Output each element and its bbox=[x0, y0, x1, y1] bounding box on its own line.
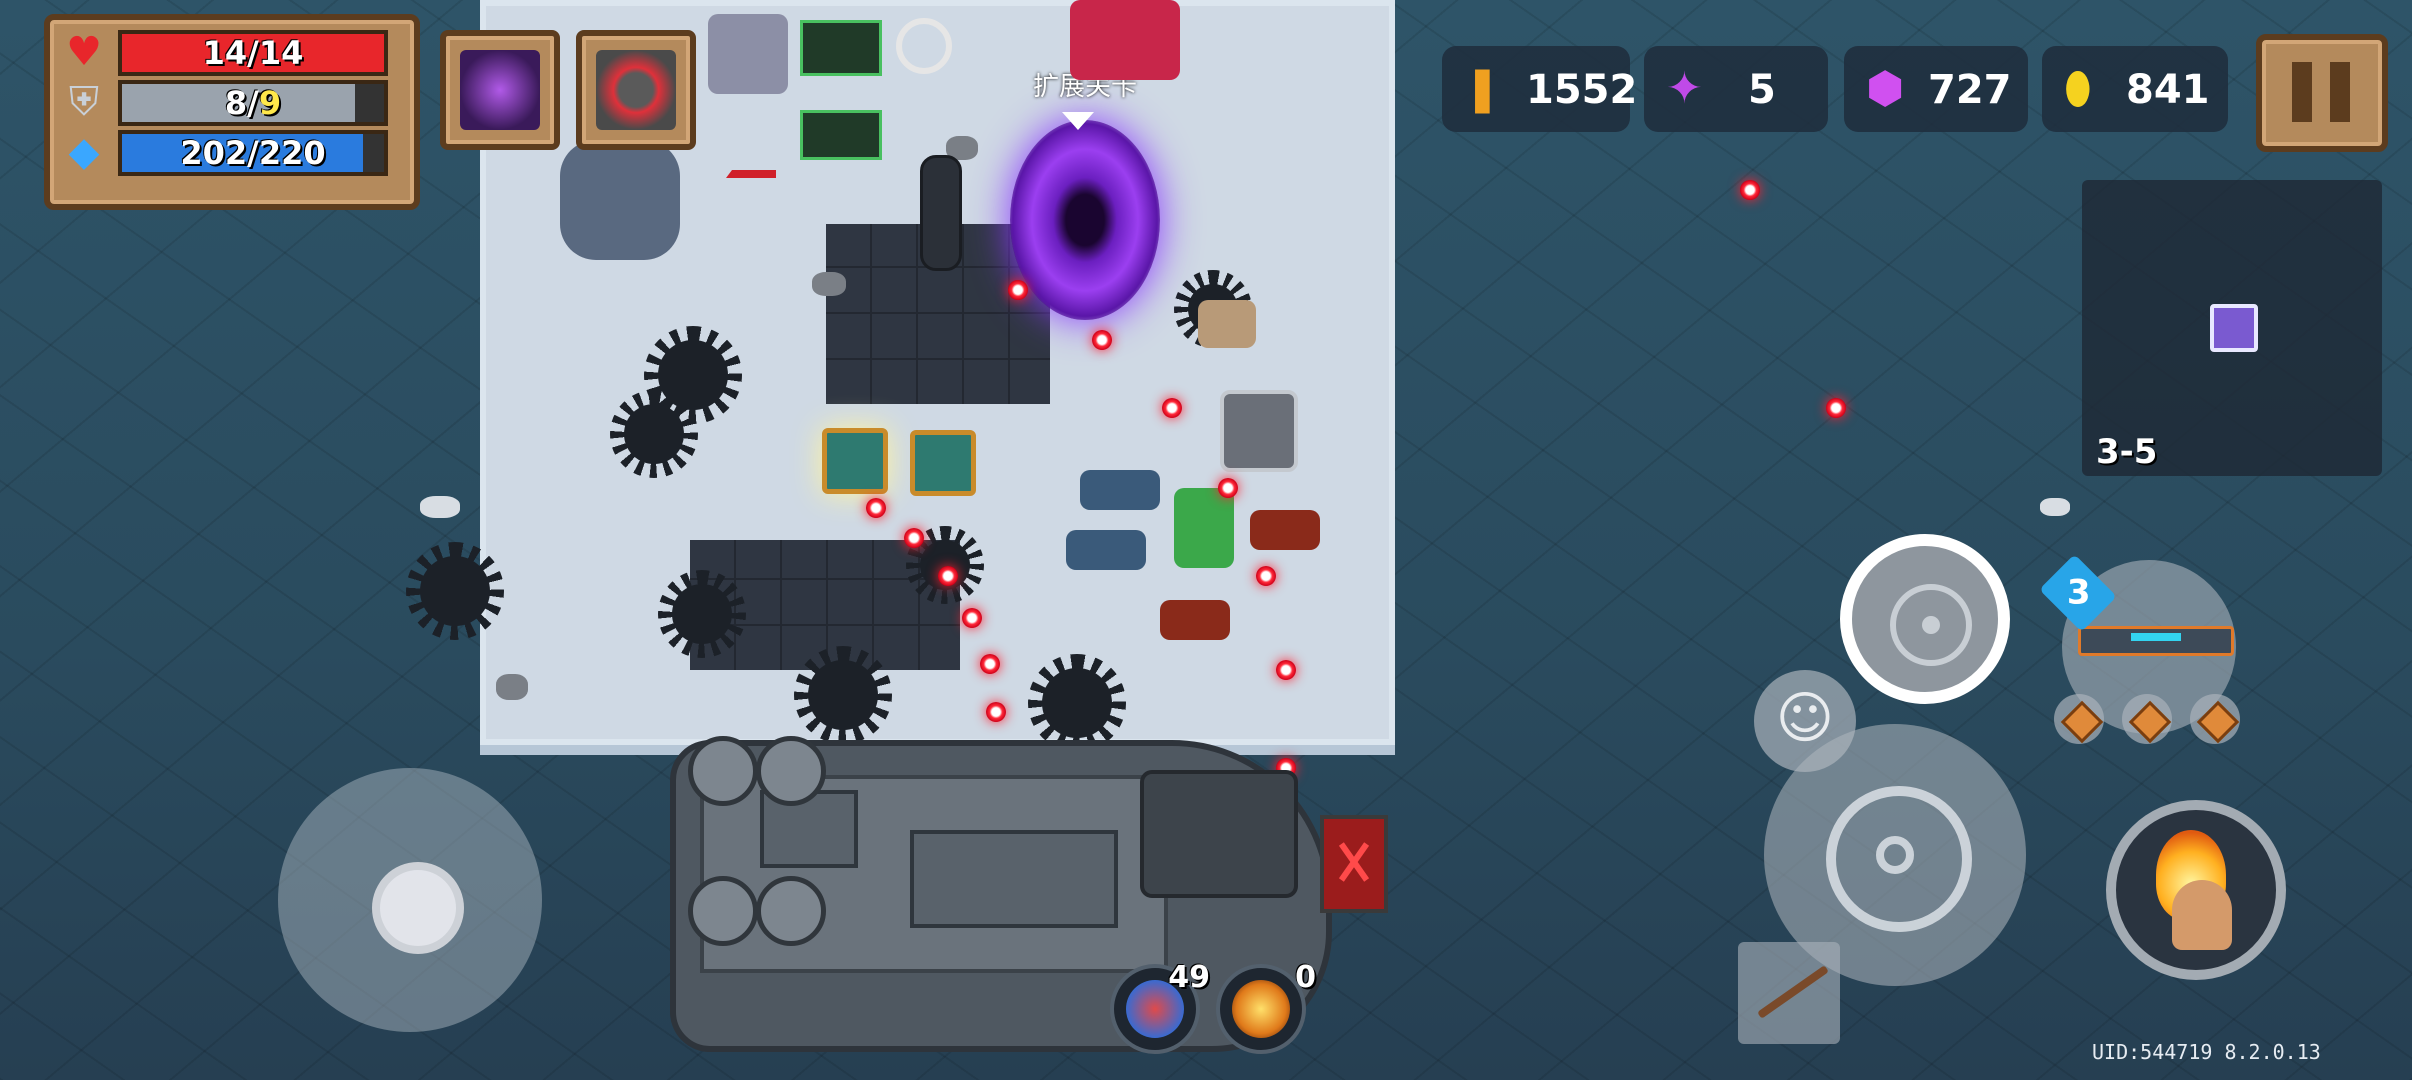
enemy-bullet bbox=[904, 528, 924, 548]
pause-button[interactable] bbox=[2256, 34, 2388, 152]
weapon-drop[interactable] bbox=[1250, 510, 1320, 550]
ship-turret bbox=[756, 736, 826, 806]
current-room-icon bbox=[2210, 304, 2258, 352]
ice-shard bbox=[2040, 498, 2070, 516]
spiky-bush bbox=[1028, 654, 1126, 752]
floor-shadow bbox=[560, 140, 680, 260]
rifle-weapon-icon bbox=[2078, 626, 2234, 656]
player-character bbox=[1174, 488, 1234, 568]
weapon-drop[interactable] bbox=[1080, 470, 1160, 510]
enemy-bullet bbox=[1008, 280, 1028, 300]
enemy-bullet bbox=[1826, 398, 1846, 418]
totem-icon bbox=[726, 100, 776, 178]
iron-pillar bbox=[920, 155, 962, 271]
enemy-bullet bbox=[980, 654, 1000, 674]
bullet-material-value: 1552 bbox=[1526, 67, 1638, 113]
level-indicator: 3-5 bbox=[2096, 432, 2158, 472]
ship-hatch bbox=[910, 830, 1118, 928]
weapon-gem-slot bbox=[2122, 694, 2172, 744]
pet-cat bbox=[1198, 300, 1256, 348]
ability-two-button[interactable]: 0 bbox=[1216, 960, 1316, 1054]
hand-icon bbox=[2172, 880, 2232, 950]
target-buff-icon bbox=[596, 50, 676, 130]
weapon-drop[interactable] bbox=[1160, 600, 1230, 640]
rock bbox=[496, 674, 528, 700]
companion-character bbox=[708, 14, 788, 94]
armor-current: 8 bbox=[224, 84, 248, 122]
health-bar: 14/14 bbox=[118, 30, 388, 76]
gold-coin-icon: ⬮ bbox=[2064, 63, 2092, 114]
status-effect-icon bbox=[800, 20, 882, 76]
ice-shard bbox=[420, 496, 460, 518]
fist-explosion-icon bbox=[1232, 980, 1290, 1038]
weapon-gem-slot bbox=[2190, 694, 2240, 744]
rock bbox=[812, 272, 846, 296]
enemy-bullet bbox=[962, 608, 982, 628]
energy-value: 202/220 bbox=[180, 134, 326, 172]
boss-character bbox=[1070, 0, 1180, 80]
token-counter: ⬢ 727 bbox=[1844, 46, 2028, 132]
spiky-bush bbox=[610, 390, 698, 478]
ship-flag bbox=[1320, 815, 1388, 913]
level-portal[interactable] bbox=[1010, 120, 1160, 320]
gem-value: 5 bbox=[1748, 67, 1776, 113]
ability-one-count: 49 bbox=[1168, 960, 1210, 995]
shield-icon: ⛨ bbox=[69, 79, 99, 125]
enemy-bullet bbox=[1276, 660, 1296, 680]
heart-icon: ♥ bbox=[66, 29, 102, 75]
buff-slot[interactable] bbox=[440, 30, 560, 150]
enemy-bullet bbox=[1092, 330, 1112, 350]
joystick-knob[interactable] bbox=[372, 862, 464, 954]
gem-counter: ✦ 5 bbox=[1644, 46, 1828, 132]
enemy-bullet bbox=[1740, 180, 1760, 200]
energy-cost-value: 3 bbox=[2066, 572, 2091, 613]
treasure-chest[interactable] bbox=[910, 430, 976, 496]
ability-one-button[interactable]: 49 bbox=[1110, 960, 1210, 1054]
crosshair-center bbox=[1876, 836, 1914, 874]
enemy-bullet bbox=[986, 702, 1006, 722]
knight-character bbox=[1220, 390, 1298, 472]
uid-version-text: UID:544719 8.2.0.13 bbox=[2092, 1040, 2321, 1064]
weapon-gem-slot bbox=[2054, 694, 2104, 744]
ship-turret bbox=[756, 876, 826, 946]
energy-icon: ◆ bbox=[68, 129, 100, 175]
staff-icon bbox=[1757, 965, 1829, 1019]
target-lock-icon bbox=[1890, 584, 1972, 666]
dark-spirit-buff-icon bbox=[460, 50, 540, 130]
spiky-bush bbox=[794, 646, 892, 744]
enemy-bullet bbox=[1162, 398, 1182, 418]
enemy-bullet bbox=[938, 566, 958, 586]
secondary-item-slot[interactable] bbox=[1738, 942, 1840, 1044]
coin-value: 841 bbox=[2126, 67, 2210, 113]
energy-bar: 202/220 bbox=[118, 130, 388, 176]
enemy-bullet bbox=[1256, 566, 1276, 586]
minimap[interactable]: 3-5 bbox=[2082, 180, 2382, 476]
purple-gem-icon: ✦ bbox=[1666, 63, 1703, 114]
no-entry-icon bbox=[896, 18, 952, 74]
ship-turret bbox=[688, 876, 758, 946]
enemy-bullet bbox=[1218, 478, 1238, 498]
enemy-bullet bbox=[866, 498, 886, 518]
ability-two-count: 0 bbox=[1295, 960, 1316, 995]
auto-aim-button[interactable] bbox=[1840, 534, 2010, 704]
armor-max: 9 bbox=[258, 84, 282, 122]
ship-turret bbox=[688, 736, 758, 806]
purple-token-icon: ⬢ bbox=[1866, 63, 1905, 114]
armor-value: 8/9 bbox=[224, 84, 282, 122]
spiky-bush bbox=[406, 542, 504, 640]
status-effect-icon bbox=[800, 110, 882, 160]
skill-button[interactable] bbox=[2106, 800, 2286, 980]
buff-slot[interactable] bbox=[576, 30, 696, 150]
spiky-bush bbox=[658, 570, 746, 658]
token-value: 727 bbox=[1928, 67, 2012, 113]
ship-cannon bbox=[1140, 770, 1298, 898]
bullet-material-counter: ❚ 1552 bbox=[1442, 46, 1637, 132]
treasure-chest[interactable] bbox=[822, 428, 888, 494]
coin-counter: ⬮ 841 bbox=[2042, 46, 2228, 132]
health-value: 14/14 bbox=[202, 34, 304, 72]
armor-bar: 8/9 bbox=[118, 80, 388, 126]
bullet-material-icon: ❚ bbox=[1464, 63, 1501, 114]
portal-marker-arrow bbox=[1062, 112, 1094, 130]
weapon-drop[interactable] bbox=[1066, 530, 1146, 570]
